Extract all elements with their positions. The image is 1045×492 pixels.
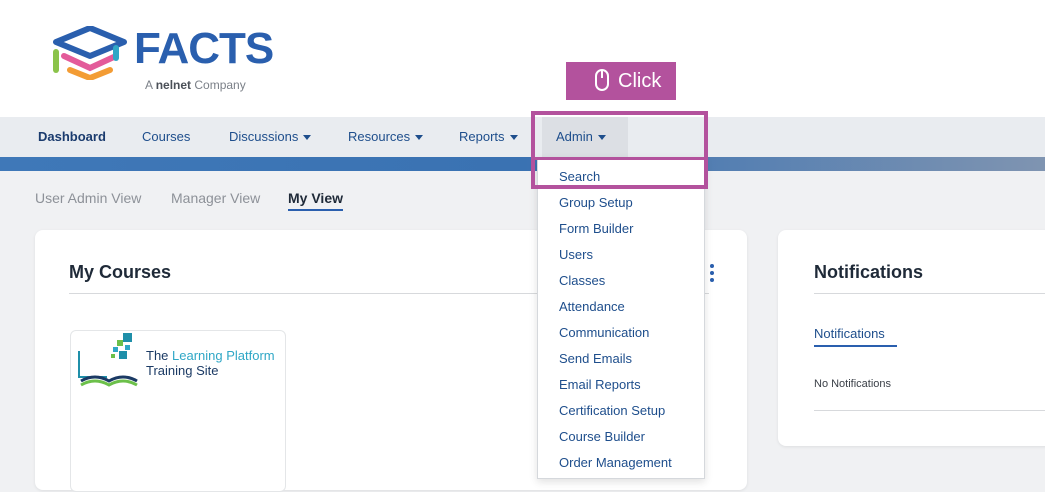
- course-name: The Learning Platform Training Site: [146, 348, 275, 378]
- nav-courses[interactable]: Courses: [142, 117, 190, 157]
- main-nav: Dashboard Courses Discussions Resources …: [0, 117, 1045, 157]
- nav-dashboard[interactable]: Dashboard: [38, 117, 106, 157]
- click-callout: Click: [566, 62, 676, 100]
- chevron-down-icon: [415, 135, 424, 141]
- menu-item-group-setup[interactable]: Group Setup: [559, 195, 633, 210]
- view-my-view[interactable]: My View: [288, 190, 343, 211]
- more-options-icon[interactable]: [709, 264, 715, 285]
- tab-notifications[interactable]: Notifications: [814, 326, 897, 347]
- facts-logo[interactable]: FACTS A nelnet Company: [50, 22, 274, 94]
- card-divider: [814, 410, 1045, 411]
- search-highlight-box: [531, 157, 708, 189]
- view-user-admin[interactable]: User Admin View: [35, 190, 141, 206]
- menu-item-users[interactable]: Users: [559, 247, 593, 262]
- menu-item-order-management[interactable]: Order Management: [559, 455, 672, 470]
- notifications-title: Notifications: [814, 262, 924, 282]
- notifications-card: Notifications Notifications No Notificat…: [778, 230, 1045, 446]
- header: FACTS A nelnet Company: [0, 0, 1045, 117]
- menu-item-email-reports[interactable]: Email Reports: [559, 377, 641, 392]
- view-manager[interactable]: Manager View: [171, 190, 260, 206]
- chevron-down-icon: [509, 135, 518, 141]
- menu-item-form-builder[interactable]: Form Builder: [559, 221, 633, 236]
- mouse-icon: [595, 69, 609, 91]
- click-callout-label: Click: [618, 70, 662, 92]
- menu-item-course-builder[interactable]: Course Builder: [559, 429, 645, 444]
- menu-item-classes[interactable]: Classes: [559, 273, 605, 288]
- header-accent-bar: [0, 157, 1045, 171]
- course-tile[interactable]: The Learning Platform Training Site: [70, 330, 286, 492]
- facts-logo-wordmark: FACTS: [134, 24, 274, 73]
- card-divider: [814, 293, 1045, 294]
- logo-tagline: A nelnet Company: [145, 78, 246, 92]
- nav-reports[interactable]: Reports: [459, 117, 518, 157]
- menu-item-certification-setup[interactable]: Certification Setup: [559, 403, 665, 418]
- learning-platform-logo-icon: [78, 333, 138, 387]
- nav-discussions[interactable]: Discussions: [229, 117, 312, 157]
- nav-resources[interactable]: Resources: [348, 117, 424, 157]
- menu-item-send-emails[interactable]: Send Emails: [559, 351, 632, 366]
- menu-item-communication[interactable]: Communication: [559, 325, 649, 340]
- chevron-down-icon: [303, 135, 312, 141]
- my-courses-title: My Courses: [69, 262, 172, 282]
- menu-item-attendance[interactable]: Attendance: [559, 299, 625, 314]
- empty-notifications-text: No Notifications: [814, 378, 892, 390]
- facts-logo-mark-icon: [53, 26, 127, 80]
- admin-dropdown-menu: Search Group Setup Form Builder Users Cl…: [537, 157, 705, 479]
